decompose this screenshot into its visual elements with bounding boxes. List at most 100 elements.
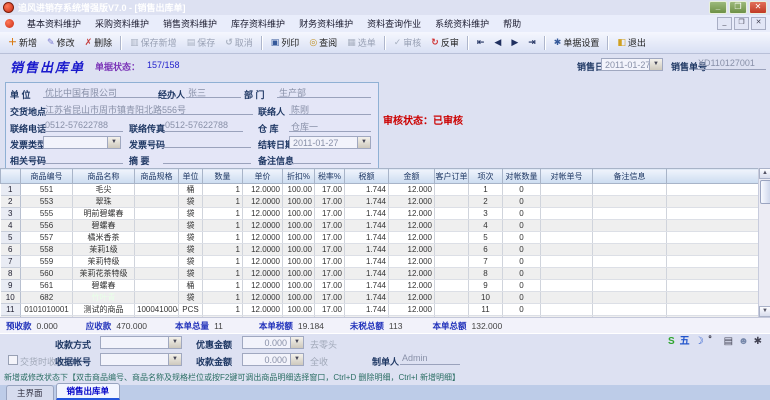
cell-spec[interactable] — [134, 231, 179, 244]
address-field[interactable]: 江苏省昆山市周市镇青阳北路556号 — [43, 103, 253, 115]
cell-seq[interactable]: 1 — [468, 183, 503, 196]
cell-tax[interactable]: 1.744 — [344, 279, 389, 292]
cell-discount[interactable]: 100.00 — [282, 183, 315, 196]
column-header-price[interactable]: 单价 — [242, 168, 283, 184]
cell-num[interactable]: 5 — [0, 231, 21, 244]
cell-price[interactable]: 12.0000 — [242, 231, 283, 244]
toolbar-button-delete[interactable]: ✗ 删除 — [80, 33, 118, 52]
cell-note[interactable] — [592, 255, 667, 268]
cell-recon_qty[interactable]: 0 — [502, 195, 541, 208]
column-header-discount[interactable]: 折扣% — [282, 168, 315, 184]
cell-filler[interactable] — [666, 219, 759, 232]
note-info-field[interactable] — [289, 152, 371, 164]
nav-prev[interactable]: ◀ — [489, 35, 506, 50]
column-header-qty[interactable]: 数量 — [202, 168, 243, 184]
cell-taxrate[interactable]: 17.00 — [314, 291, 345, 304]
cell-num[interactable]: 4 — [0, 219, 21, 232]
cell-filler[interactable] — [666, 303, 759, 316]
mdi-close-button[interactable]: ✕ — [751, 17, 766, 30]
cell-qty[interactable]: 1 — [202, 255, 243, 268]
cell-recon_no[interactable] — [540, 267, 593, 280]
cell-taxrate[interactable]: 17.00 — [314, 231, 345, 244]
cell-order[interactable] — [434, 255, 469, 268]
cell-taxrate[interactable]: 17.00 — [314, 303, 345, 316]
column-header-spec[interactable]: 商品规格 — [134, 168, 179, 184]
cell-note[interactable] — [592, 267, 667, 280]
cell-note[interactable] — [592, 279, 667, 292]
cell-recon_qty[interactable]: 0 — [502, 231, 541, 244]
warehouse-field[interactable]: 仓库一 — [289, 120, 371, 132]
cell-unit[interactable]: PCS — [178, 303, 203, 316]
cell-taxrate[interactable]: 17.00 — [314, 267, 345, 280]
cell-unit[interactable]: 桶 — [178, 279, 203, 292]
cell-recon_no[interactable] — [540, 219, 593, 232]
cell-price[interactable]: 12.0000 — [242, 303, 283, 316]
cell-amount[interactable]: 12.000 — [388, 243, 435, 256]
toolbar-button-search[interactable]: ◎ 查阅 — [304, 33, 342, 52]
cell-filler[interactable] — [666, 195, 759, 208]
cell-spec[interactable] — [134, 183, 179, 196]
cell-recon_no[interactable] — [540, 291, 593, 304]
cell-recon_qty[interactable]: 0 — [502, 183, 541, 196]
cell-amount[interactable]: 12.000 — [388, 267, 435, 280]
cell-seq[interactable]: 7 — [468, 255, 503, 268]
cell-recon_no[interactable] — [540, 243, 593, 256]
column-header-note[interactable]: 备注信息 — [592, 168, 667, 184]
nav-last[interactable]: ⇥ — [523, 35, 541, 50]
nav-first[interactable]: ⇤ — [472, 35, 490, 50]
invoice-type-combo[interactable]: ▼ — [43, 136, 121, 149]
cell-name[interactable]: 测试的商品 — [72, 303, 135, 316]
cell-filler[interactable] — [666, 255, 759, 268]
cell-tax[interactable]: 1.744 — [344, 267, 389, 280]
cell-unit[interactable]: 袋 — [178, 243, 203, 256]
cell-order[interactable] — [434, 291, 469, 304]
minimize-button[interactable]: _ — [709, 1, 727, 14]
toolbar-button-edit[interactable]: ✎ 修改 — [42, 33, 80, 52]
cell-price[interactable]: 12.0000 — [242, 207, 283, 220]
cell-spec[interactable] — [134, 255, 179, 268]
cell-amount[interactable]: 12.000 — [388, 231, 435, 244]
cell-recon_no[interactable] — [540, 303, 593, 316]
cell-price[interactable]: 12.0000 — [242, 267, 283, 280]
cell-name[interactable]: 碧螺春 — [72, 279, 135, 292]
cell-qty[interactable]: 1 — [202, 231, 243, 244]
cell-filler[interactable] — [666, 291, 759, 304]
cell-qty[interactable]: 1 — [202, 279, 243, 292]
cell-code[interactable]: 553 — [20, 195, 73, 208]
soft-keyboard-icon[interactable]: ▤ — [724, 336, 733, 348]
cell-discount[interactable]: 100.00 — [282, 267, 315, 280]
cell-taxrate[interactable]: 17.00 — [314, 255, 345, 268]
cell-price[interactable]: 12.0000 — [242, 219, 283, 232]
cell-qty[interactable]: 1 — [202, 195, 243, 208]
menu-item-3[interactable]: 库存资料维护 — [224, 17, 292, 31]
cell-tax[interactable]: 1.744 — [344, 207, 389, 220]
cell-order[interactable] — [434, 279, 469, 292]
column-header-num[interactable] — [0, 168, 21, 184]
cell-recon_no[interactable] — [540, 279, 593, 292]
cell-order[interactable] — [434, 207, 469, 220]
cell-num[interactable]: 7 — [0, 255, 21, 268]
cell-qty[interactable]: 1 — [202, 183, 243, 196]
cell-num[interactable]: 11 — [0, 303, 21, 316]
cell-num[interactable]: 10 — [0, 291, 21, 304]
cell-amount[interactable]: 12.000 — [388, 303, 435, 316]
toolbar-button-print[interactable]: ▣ 列印 — [266, 33, 305, 52]
cell-name[interactable]: 竹叶青 — [72, 291, 135, 304]
cell-discount[interactable]: 100.00 — [282, 279, 315, 292]
cell-num[interactable]: 2 — [0, 195, 21, 208]
cell-unit[interactable]: 桶 — [178, 183, 203, 196]
cell-spec[interactable]: 1000410004 — [134, 303, 179, 316]
cell-spec[interactable] — [134, 279, 179, 292]
cell-name[interactable]: 茉莉花茶特级 — [72, 267, 135, 280]
cell-amount[interactable]: 12.000 — [388, 291, 435, 304]
cell-unit[interactable]: 袋 — [178, 255, 203, 268]
cell-name[interactable]: 毛尖 — [72, 183, 135, 196]
cell-filler[interactable] — [666, 231, 759, 244]
cell-tax[interactable]: 1.744 — [344, 303, 389, 316]
chevron-down-icon[interactable]: ▼ — [357, 137, 370, 148]
menu-item-0[interactable]: 基本资料维护 — [20, 17, 88, 31]
mdi-minimize-button[interactable]: _ — [717, 17, 732, 30]
cell-recon_qty[interactable]: 0 — [502, 243, 541, 256]
cell-discount[interactable]: 100.00 — [282, 195, 315, 208]
chevron-down-icon[interactable]: ▼ — [168, 337, 181, 348]
